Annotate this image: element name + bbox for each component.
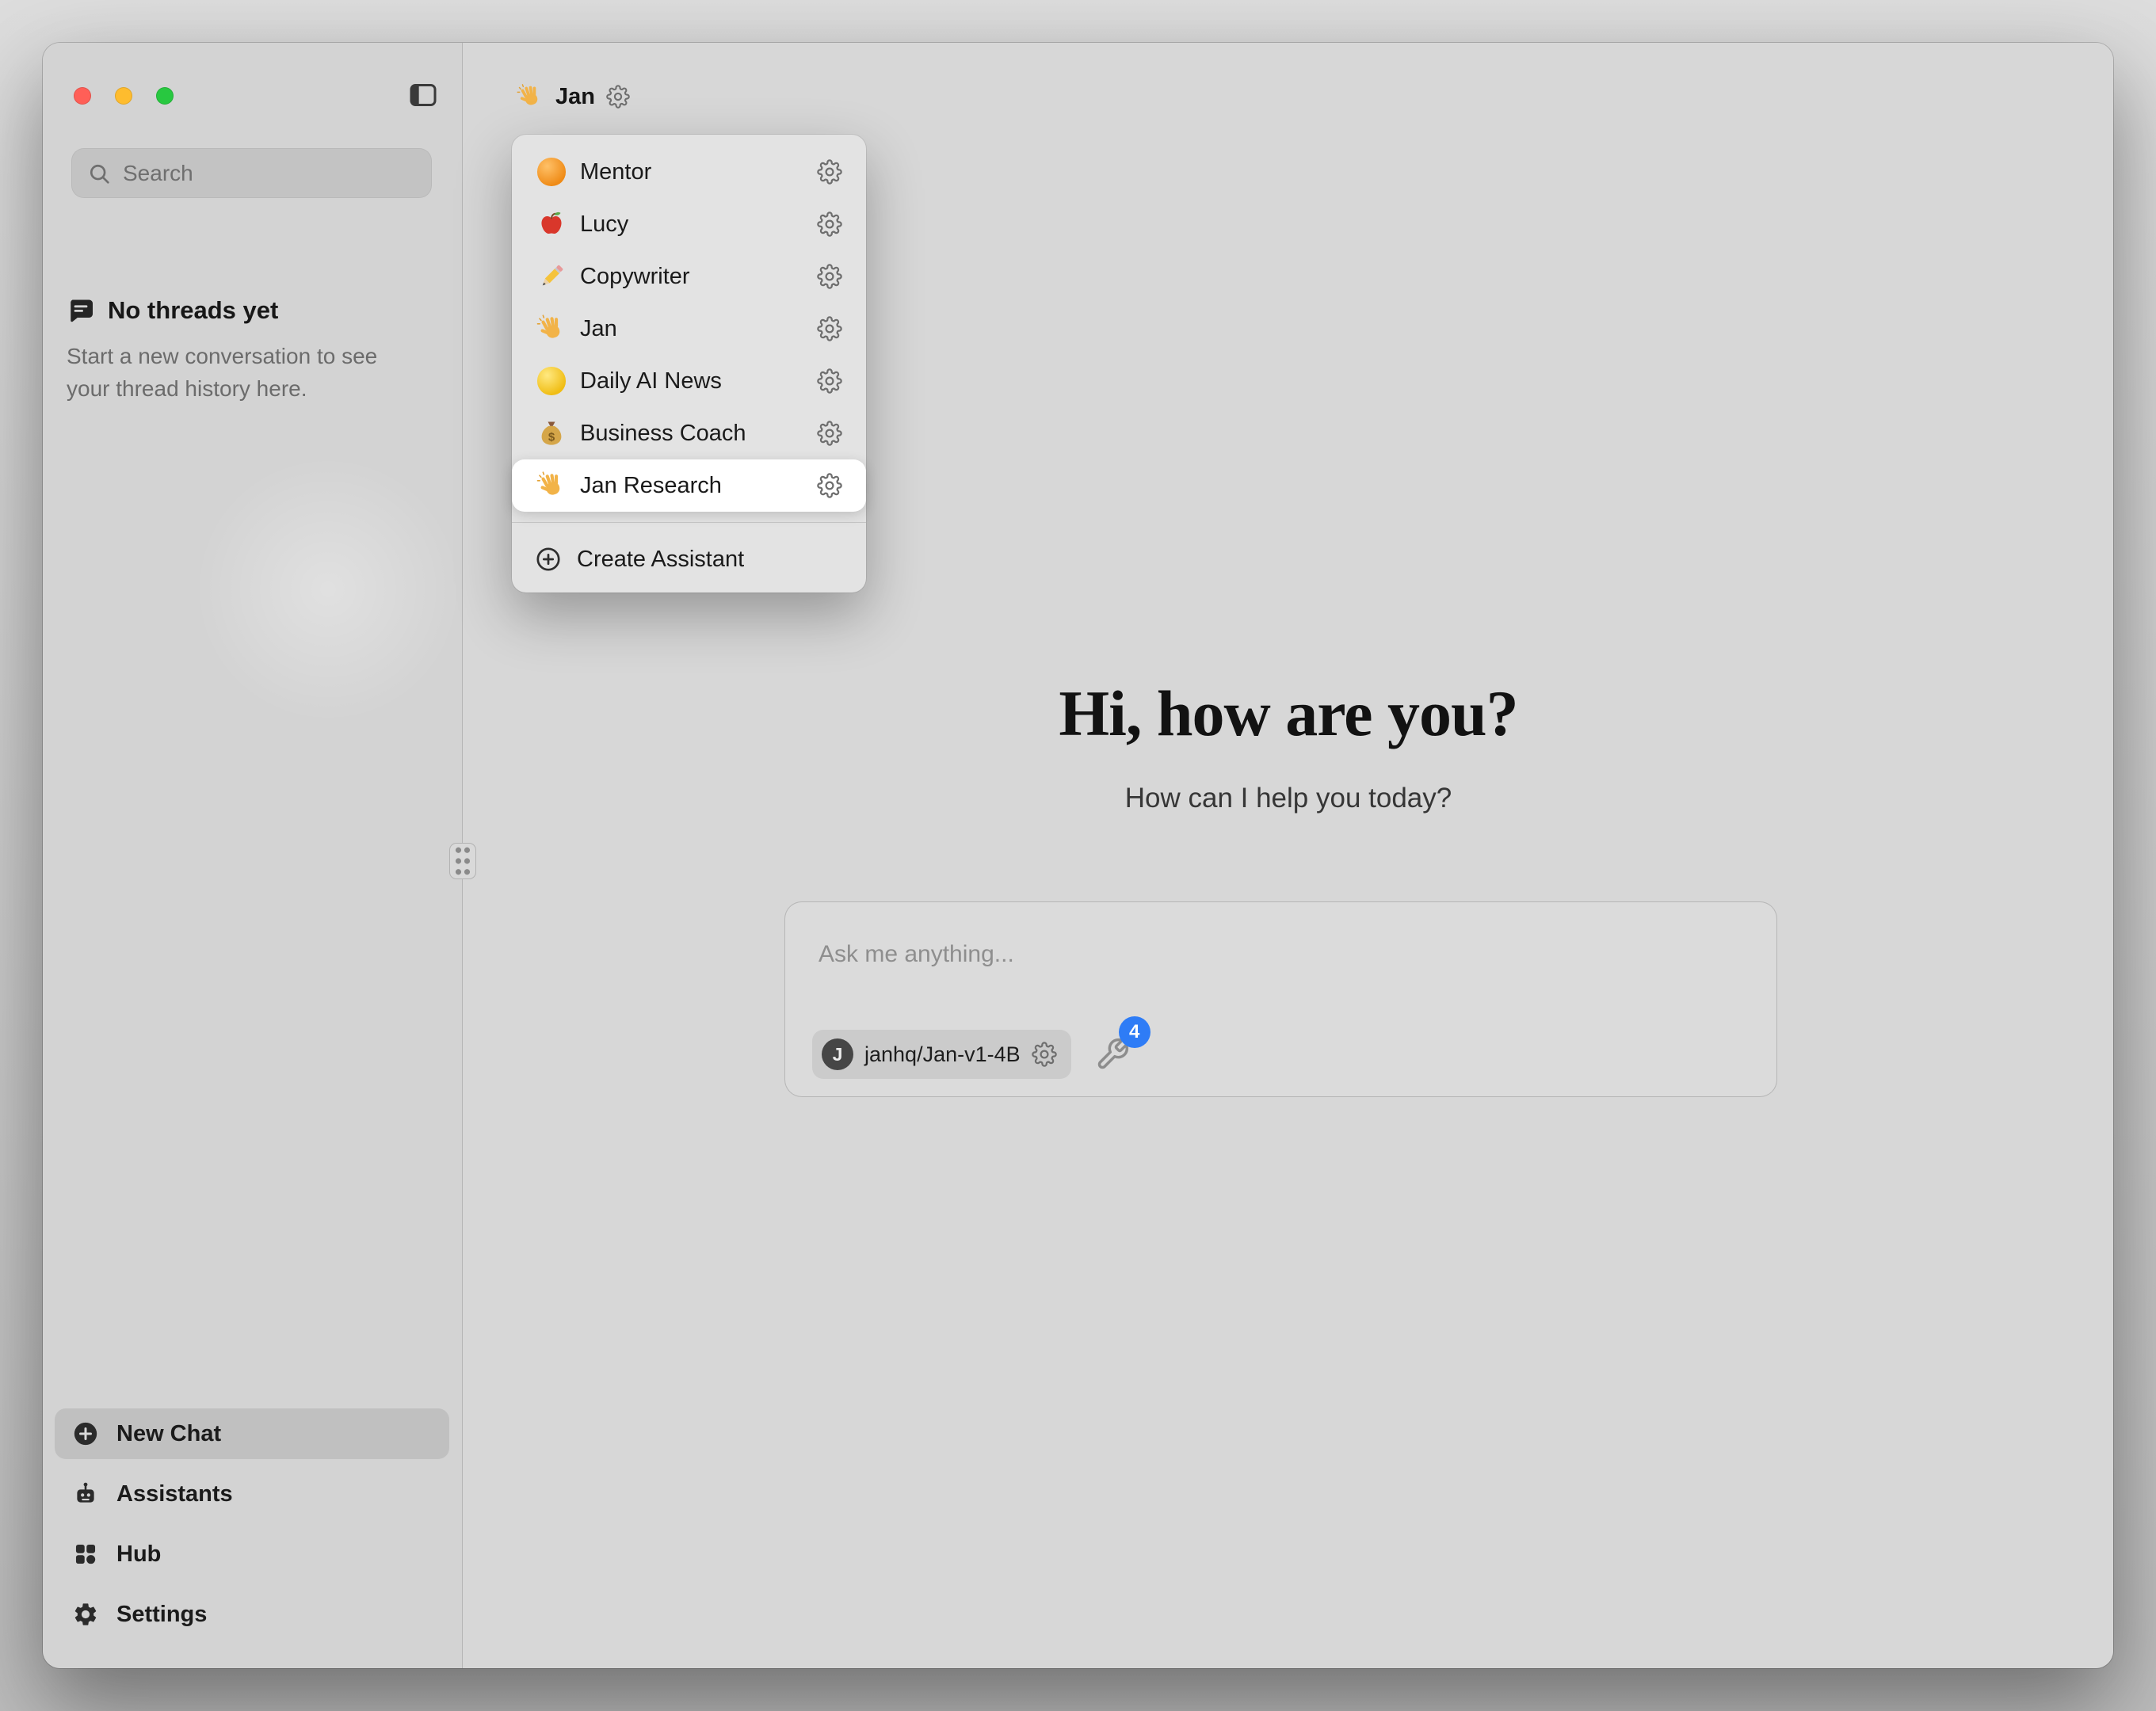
composer[interactable]: J janhq/Jan-v1-4B 4 xyxy=(784,901,1777,1097)
assistant-menu-item-lucy[interactable]: Lucy xyxy=(512,198,866,250)
minimize-button[interactable] xyxy=(115,87,132,105)
sidebar: No threads yet Start a new conversation … xyxy=(43,43,463,1668)
close-button[interactable] xyxy=(74,87,91,105)
assistant-menu-item-jan[interactable]: Jan xyxy=(512,303,866,355)
sidebar-toggle-icon[interactable] xyxy=(407,79,439,111)
assistant-menu-item-business-coach[interactable]: $ Business Coach xyxy=(512,407,866,459)
composer-toolbar: J janhq/Jan-v1-4B 4 xyxy=(812,1030,1130,1079)
assistant-selector-label: Jan xyxy=(555,84,595,110)
sidebar-item-assistants[interactable]: Assistants xyxy=(55,1469,449,1519)
assistant-menu-item-label: Jan xyxy=(580,316,817,342)
gear-icon[interactable] xyxy=(817,368,842,394)
zoom-button[interactable] xyxy=(156,87,174,105)
create-assistant-label: Create Assistant xyxy=(577,547,744,573)
window-controls xyxy=(74,87,174,105)
assistant-menu-item-label: Mentor xyxy=(580,159,817,185)
no-threads-title: No threads yet xyxy=(108,296,278,325)
create-assistant-item[interactable]: Create Assistant xyxy=(512,532,866,586)
assistant-dropdown-menu: Mentor Lucy Copywriter Jan Daily AI News xyxy=(512,135,866,593)
assistant-avatar-icon xyxy=(536,365,567,397)
hub-icon xyxy=(72,1541,99,1568)
sidebar-item-new-chat[interactable]: New Chat xyxy=(55,1408,449,1459)
gear-icon[interactable] xyxy=(817,211,842,237)
model-name: janhq/Jan-v1-4B xyxy=(864,1042,1021,1067)
gear-icon[interactable] xyxy=(1032,1042,1057,1067)
assistant-menu-item-label: Copywriter xyxy=(580,264,817,290)
sidebar-item-label: Hub xyxy=(116,1541,161,1568)
assistant-menu-item-label: Jan Research xyxy=(580,473,817,499)
assistant-avatar-icon xyxy=(536,208,567,240)
search-field[interactable] xyxy=(71,148,432,198)
plus-circle-icon xyxy=(534,545,563,574)
tools-button[interactable]: 4 xyxy=(1095,1037,1130,1072)
app-window: No threads yet Start a new conversation … xyxy=(43,43,2113,1668)
sidebar-nav: New Chat Assistants Hub Settings xyxy=(55,1408,449,1640)
sidebar-resize-grip[interactable] xyxy=(449,843,476,879)
model-avatar: J xyxy=(822,1038,853,1070)
search-input[interactable] xyxy=(123,161,417,186)
menu-divider xyxy=(512,522,866,523)
no-threads-description: Start a new conversation to see your thr… xyxy=(67,341,407,405)
assistant-menu-item-copywriter[interactable]: Copywriter xyxy=(512,250,866,303)
assistant-menu-item-daily-ai-news[interactable]: Daily AI News xyxy=(512,355,866,407)
greeting: Hi, how are you? How can I help you toda… xyxy=(464,676,2113,814)
assistant-avatar-icon xyxy=(536,470,567,501)
plus-circle-icon xyxy=(72,1420,99,1447)
assistant-avatar-icon xyxy=(536,261,567,292)
sidebar-item-label: Assistants xyxy=(116,1481,233,1507)
gear-icon xyxy=(72,1601,99,1628)
chat-bubble-icon xyxy=(67,296,95,325)
gear-icon[interactable] xyxy=(817,264,842,289)
assistant-selector-button[interactable]: Jan xyxy=(503,71,643,122)
assistant-menu-item-label: Daily AI News xyxy=(580,368,817,394)
gear-icon[interactable] xyxy=(817,473,842,498)
composer-input[interactable] xyxy=(819,932,1690,977)
gear-icon[interactable] xyxy=(817,316,842,341)
assistant-menu-item-mentor[interactable]: Mentor xyxy=(512,146,866,198)
assistant-avatar-icon xyxy=(536,313,567,345)
svg-text:$: $ xyxy=(548,431,555,444)
greeting-title: Hi, how are you? xyxy=(464,676,2113,751)
greeting-subtitle: How can I help you today? xyxy=(464,783,2113,814)
gear-icon[interactable] xyxy=(817,159,842,185)
assistant-avatar-icon xyxy=(516,82,544,111)
assistant-avatar-icon xyxy=(536,156,567,188)
sidebar-item-label: Settings xyxy=(116,1602,207,1628)
assistants-icon xyxy=(72,1480,99,1507)
sidebar-item-label: New Chat xyxy=(116,1421,221,1447)
sidebar-item-settings[interactable]: Settings xyxy=(55,1589,449,1640)
tools-count-badge: 4 xyxy=(1119,1016,1151,1048)
gear-icon[interactable] xyxy=(817,421,842,446)
assistant-menu-item-jan-research[interactable]: Jan Research xyxy=(512,459,866,512)
assistant-avatar-icon: $ xyxy=(536,417,567,449)
gear-icon[interactable] xyxy=(606,85,630,109)
main-area: Jan Mentor Lucy Copywriter Jan xyxy=(464,43,2113,1668)
threads-empty-state: No threads yet Start a new conversation … xyxy=(67,296,434,405)
assistant-menu-item-label: Lucy xyxy=(580,211,817,238)
sidebar-item-hub[interactable]: Hub xyxy=(55,1529,449,1580)
model-selector-pill[interactable]: J janhq/Jan-v1-4B xyxy=(812,1030,1071,1079)
assistant-menu-item-label: Business Coach xyxy=(580,421,817,447)
search-icon xyxy=(86,161,112,186)
